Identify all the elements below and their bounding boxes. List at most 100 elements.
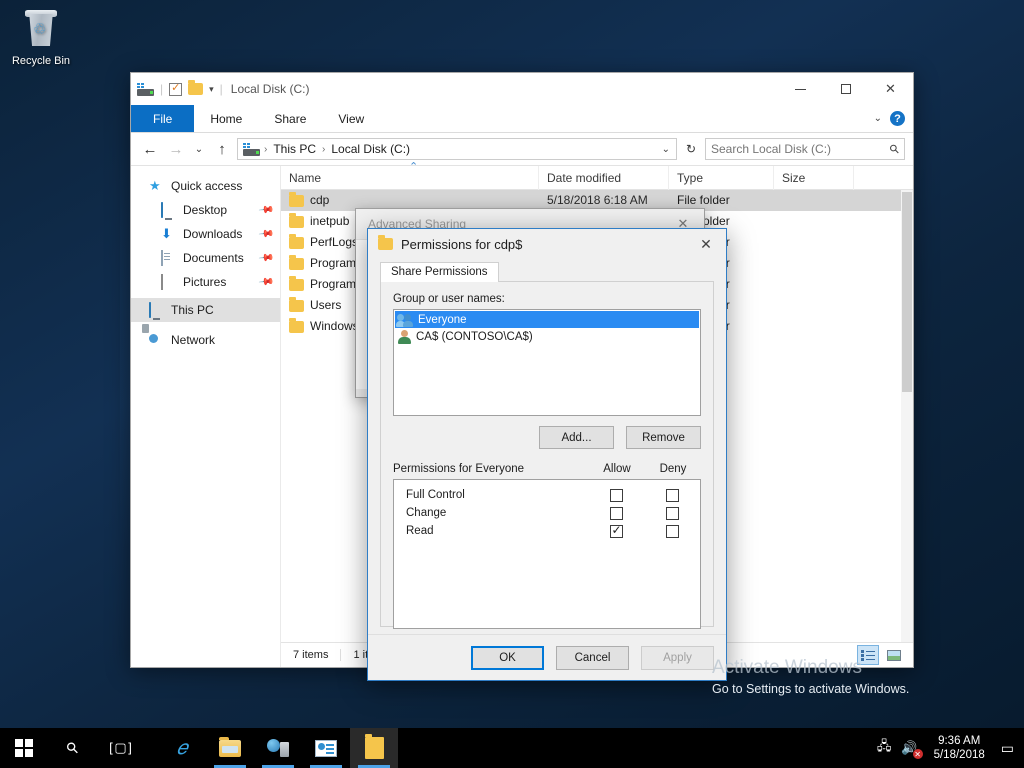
task-view-button[interactable]: [ ▢ ] [96,728,144,768]
folder-icon [289,296,304,312]
taskbar-server-manager[interactable] [302,728,350,768]
search-button[interactable]: ⚲ [48,728,96,768]
taskbar-file-explorer[interactable] [206,728,254,768]
taskbar-file-explorer-active[interactable] [350,728,398,768]
ribbon-tab-strip[interactable]: File Home Share View ⌄ ? [131,105,913,133]
action-center-icon[interactable]: ▭ [1001,740,1018,757]
properties-icon[interactable] [169,81,183,96]
window-controls[interactable]: ✕ [778,73,913,105]
add-button[interactable]: Add... [539,426,614,449]
recent-locations-icon[interactable]: ⌄ [191,138,207,160]
sidebar-item-network[interactable]: Network [131,328,280,352]
start-button[interactable] [0,728,48,768]
ok-button[interactable]: OK [471,645,544,670]
permissions-tab-strip[interactable]: Share Permissions [380,259,714,282]
address-dropdown-icon[interactable]: ⌄ [662,144,672,155]
deny-checkbox-change[interactable] [665,506,679,520]
file-size [774,316,854,337]
permission-row-full-control[interactable]: Full Control [394,486,700,504]
start-icon [15,739,33,757]
file-name: PerfLogs [310,235,359,249]
server-network-icon [267,739,289,757]
column-header-size[interactable]: Size [774,165,854,190]
sidebar-item-this-pc[interactable]: This PC [131,298,280,322]
breadcrumb-this-pc[interactable]: This PC [271,142,318,156]
deny-checkbox-full-control[interactable] [665,488,679,502]
allow-checkbox-full-control[interactable] [609,488,623,502]
permissions-dialog-footer[interactable]: OK Cancel Apply [368,634,726,680]
tab-file[interactable]: File [131,105,195,132]
group-user-listbox[interactable]: Everyone CA$ (CONTOSO\CA$) [393,309,701,416]
permissions-table[interactable]: Full Control Change Read [393,479,701,629]
ribbon-collapse-icon[interactable]: ⌄ [874,113,882,124]
address-path-field[interactable]: › This PC › Local Disk (C:) ⌄ [237,138,677,160]
taskbar-server-manager-network[interactable] [254,728,302,768]
user-icon [397,329,411,344]
sidebar-item-quick-access[interactable]: ★ Quick access [131,174,280,198]
navigation-pane[interactable]: ★ Quick access Desktop 📌 ⬇ Downloads 📌 D… [131,166,281,667]
breadcrumb-local-disk[interactable]: Local Disk (C:) [329,142,412,156]
file-size [774,295,854,316]
explorer-title-bar[interactable]: | ▾ | Local Disk (C:) ✕ [131,73,913,105]
system-tray[interactable]: 🖧 🔊 ✕ 9:36 AM 5/18/2018 ▭ [877,728,1024,768]
column-headers[interactable]: ⌃ Name Date modified Type Size [281,161,913,190]
list-item-everyone[interactable]: Everyone [395,311,699,328]
allow-checkbox-read[interactable] [609,523,623,538]
back-button[interactable]: ← [139,138,161,160]
help-icon[interactable]: ? [890,111,905,126]
sidebar-label-pictures: Pictures [183,275,227,289]
taskbar-internet-explorer[interactable]: 𝑒 [158,728,206,768]
sidebar-item-documents[interactable]: Documents 📌 [131,246,280,270]
remove-button[interactable]: Remove [626,426,701,449]
sidebar-item-pictures[interactable]: Pictures 📌 [131,270,280,294]
clock-time: 9:36 AM [938,735,981,747]
search-input[interactable]: Search Local Disk (C:) ⚲ [705,138,905,160]
pin-icon[interactable]: 📌 [257,250,274,266]
pin-icon[interactable]: 📌 [257,226,274,242]
clock[interactable]: 9:36 AM 5/18/2018 [928,734,991,762]
volume-muted-icon[interactable]: 🔊 ✕ [901,740,923,759]
address-bar[interactable]: ← → ⌄ ↑ › This PC › Local Disk (C:) ⌄ ↻ … [131,133,913,165]
desktop-icon-recycle-bin[interactable]: ♲ Recycle Bin [6,8,76,67]
tab-view[interactable]: View [322,105,380,132]
vertical-scrollbar[interactable] [901,190,913,642]
allow-checkbox-change[interactable] [609,506,623,520]
permissions-close-button[interactable]: ✕ [686,229,726,259]
maximize-button[interactable] [823,73,868,105]
group-name: Everyone [418,313,467,326]
column-header-date-modified[interactable]: Date modified [539,165,669,190]
sidebar-item-downloads[interactable]: ⬇ Downloads 📌 [131,222,280,246]
deny-checkbox-read[interactable] [665,524,679,538]
refresh-button[interactable]: ↻ [681,138,701,160]
tab-share[interactable]: Share [258,105,322,132]
scrollbar-thumb[interactable] [902,192,912,392]
cancel-button[interactable]: Cancel [556,645,629,670]
tab-home[interactable]: Home [194,105,258,132]
forward-button[interactable]: → [165,138,187,160]
permission-row-change[interactable]: Change [394,504,700,522]
taskbar[interactable]: ⚲ [ ▢ ] 𝑒 🖧 🔊 ✕ 9:36 AM 5/18/2018 ▭ [0,728,1024,768]
drive-icon[interactable] [137,82,154,96]
permissions-title-bar[interactable]: Permissions for cdp$ ✕ [368,229,726,259]
minimize-button[interactable] [778,73,823,105]
permission-row-read[interactable]: Read [394,522,700,540]
customize-caret-icon[interactable]: ▾ [209,84,214,95]
tab-share-permissions[interactable]: Share Permissions [380,262,499,282]
permission-name: Full Control [406,489,465,501]
group-actions[interactable]: Add... Remove [393,426,701,449]
sidebar-item-desktop[interactable]: Desktop 📌 [131,198,280,222]
pin-icon[interactable]: 📌 [257,274,274,290]
pin-icon[interactable]: 📌 [257,202,274,218]
network-icon[interactable]: 🖧 [877,737,892,759]
apply-button: Apply [641,645,714,670]
search-icon[interactable]: ⚲ [887,141,903,157]
new-folder-icon[interactable] [188,80,204,95]
permissions-table-header: Permissions for Everyone Allow Deny [393,463,701,475]
close-button[interactable]: ✕ [868,73,913,105]
up-button[interactable]: ↑ [211,138,233,160]
file-name: cdp [310,193,330,207]
column-header-type[interactable]: Type [669,165,774,190]
list-item-ca[interactable]: CA$ (CONTOSO\CA$) [395,328,699,345]
quick-access-toolbar[interactable]: | ▾ | [137,80,223,96]
permissions-dialog[interactable]: Permissions for cdp$ ✕ Share Permissions… [367,228,727,681]
